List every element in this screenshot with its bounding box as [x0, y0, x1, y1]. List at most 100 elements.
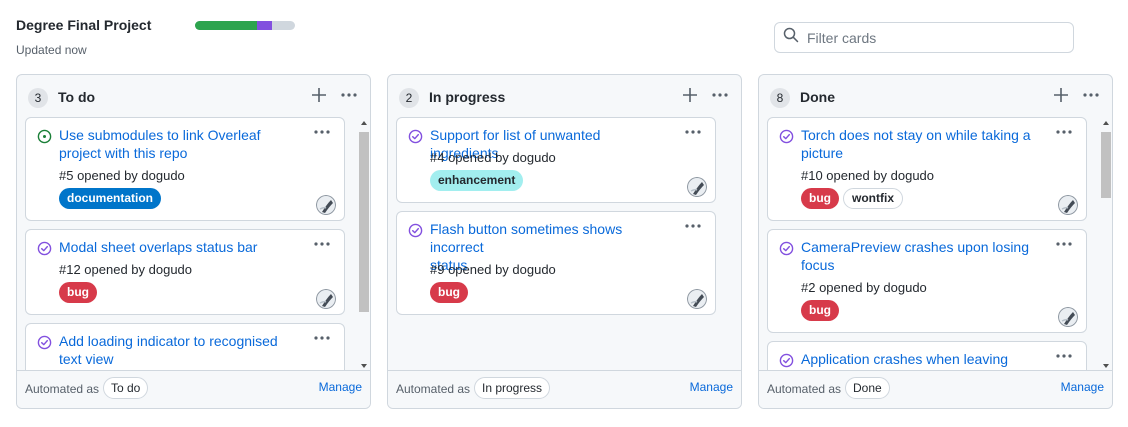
- issue-title-line: Torch does not stay on while taking a: [801, 127, 1031, 143]
- issue-card[interactable]: Flash button sometimes shows incorrect st…: [396, 211, 716, 315]
- label-badge[interactable]: bug: [801, 300, 839, 321]
- avatar[interactable]: [316, 195, 336, 215]
- avatar[interactable]: [1058, 307, 1078, 327]
- scroll-down-arrow-icon[interactable]: [1101, 362, 1111, 370]
- column-more-options-icon[interactable]: [709, 84, 731, 106]
- automated-as-label: Automated as: [25, 382, 100, 396]
- updated-status: Updated now: [16, 43, 87, 57]
- label-badge[interactable]: enhancement: [430, 170, 524, 191]
- scrollbar-thumb[interactable]: [359, 132, 369, 312]
- progress-done-segment: [195, 21, 257, 30]
- scroll-down-arrow-icon[interactable]: [359, 362, 369, 370]
- manage-automation-link[interactable]: Manage: [690, 380, 733, 394]
- card-more-options-icon[interactable]: [312, 236, 332, 252]
- progress-in-progress-segment: [257, 21, 272, 30]
- scroll-up-arrow-icon[interactable]: [359, 119, 369, 127]
- search-icon: [783, 27, 799, 48]
- issue-title-line: project with this repo: [59, 145, 188, 161]
- label-badge[interactable]: wontfix: [843, 188, 903, 209]
- issue-card[interactable]: Add loading indicator to recognised text …: [25, 323, 345, 370]
- avatar[interactable]: [316, 289, 336, 309]
- avatar[interactable]: [687, 289, 707, 309]
- column-2: 8 Done Torch does not stay on while taking…: [758, 74, 1113, 409]
- add-card-plus-icon[interactable]: [1050, 84, 1072, 106]
- issue-labels: bug: [59, 282, 97, 303]
- issue-meta: #5 opened by dogudo: [59, 168, 185, 183]
- automated-as-label: Automated as: [767, 382, 842, 396]
- issue-card[interactable]: Application crashes when leaving: [767, 341, 1087, 370]
- column-title: In progress: [429, 89, 506, 105]
- project-title: Degree Final Project: [16, 17, 152, 33]
- issue-title-line: Use submodules to link Overleaf: [59, 127, 261, 143]
- filter-cards-input[interactable]: [807, 29, 1057, 46]
- avatar[interactable]: [687, 177, 707, 197]
- issue-title-link[interactable]: Modal sheet overlaps status bar: [59, 238, 297, 256]
- avatar[interactable]: [1058, 195, 1078, 215]
- column-footer: Automated as Done Manage: [759, 370, 1112, 408]
- manage-automation-link[interactable]: Manage: [319, 380, 362, 394]
- card-more-options-icon[interactable]: [1054, 124, 1074, 140]
- issue-card[interactable]: CameraPreview crashes upon losing focus #2…: [767, 229, 1087, 333]
- column-card-list: Use submodules to link Overleaf project w…: [25, 117, 345, 370]
- issue-title-link[interactable]: Application crashes when leaving: [801, 350, 1039, 368]
- label-badge[interactable]: bug: [59, 282, 97, 303]
- issue-labels: enhancement: [430, 170, 524, 191]
- card-more-options-icon[interactable]: [1054, 348, 1074, 364]
- column-card-list: Torch does not stay on while taking a pic…: [767, 117, 1087, 370]
- issue-title-link[interactable]: Use submodules to link Overleaf project w…: [59, 126, 297, 162]
- card-more-options-icon[interactable]: [1054, 236, 1074, 252]
- add-card-plus-icon[interactable]: [679, 84, 701, 106]
- issue-meta: #4 opened by dogudo: [430, 150, 556, 165]
- issue-card[interactable]: Modal sheet overlaps status bar #12 opene…: [25, 229, 345, 315]
- issue-closed-icon: [408, 223, 423, 238]
- automated-as-label: Automated as: [396, 382, 471, 396]
- issue-title-link[interactable]: Torch does not stay on while taking a pic…: [801, 126, 1039, 162]
- issue-closed-icon: [37, 241, 52, 256]
- issue-card[interactable]: Torch does not stay on while taking a pic…: [767, 117, 1087, 221]
- issue-title-line: Modal sheet overlaps status bar: [59, 239, 258, 255]
- column-footer: Automated as In progress Manage: [388, 370, 741, 408]
- column-scrollbar[interactable]: [357, 119, 369, 370]
- issue-title-link[interactable]: Add loading indicator to recognised text …: [59, 332, 297, 368]
- automation-preset-badge: Done: [845, 377, 890, 399]
- column-footer: Automated as To do Manage: [17, 370, 370, 408]
- filter-cards-field[interactable]: [774, 22, 1074, 53]
- issue-title-link[interactable]: CameraPreview crashes upon losing focus: [801, 238, 1039, 274]
- issue-meta: #9 opened by dogudo: [430, 262, 556, 277]
- card-more-options-icon[interactable]: [683, 124, 703, 140]
- column-more-options-icon[interactable]: [1080, 84, 1102, 106]
- label-badge[interactable]: bug: [801, 188, 839, 209]
- issue-meta: #10 opened by dogudo: [801, 168, 935, 183]
- issue-title-line: Add loading indicator to recognised: [59, 333, 278, 349]
- issue-labels: documentation: [59, 188, 161, 209]
- issue-card[interactable]: Support for list of unwanted ingredients…: [396, 117, 716, 203]
- scrollbar-thumb[interactable]: [1101, 132, 1111, 198]
- card-more-options-icon[interactable]: [312, 124, 332, 140]
- issue-title-line: picture: [801, 145, 844, 161]
- issue-labels: bug wontfix: [801, 188, 903, 209]
- issue-title-line: Application crashes when leaving: [801, 351, 1009, 367]
- column-scrollbar[interactable]: [1099, 119, 1111, 370]
- automation-preset-badge: To do: [103, 377, 149, 399]
- label-badge[interactable]: documentation: [59, 188, 161, 209]
- issue-closed-icon: [779, 241, 794, 256]
- manage-automation-link[interactable]: Manage: [1061, 380, 1104, 394]
- issue-meta: #12 opened by dogudo: [59, 262, 193, 277]
- issue-card[interactable]: Use submodules to link Overleaf project w…: [25, 117, 345, 221]
- card-more-options-icon[interactable]: [683, 218, 703, 234]
- label-badge[interactable]: bug: [430, 282, 468, 303]
- column-0: 3 To do Use submodules to link Overleaf pro…: [16, 74, 371, 409]
- issue-open-icon: [37, 129, 52, 144]
- column-title: Done: [800, 89, 835, 105]
- issue-title-line: CameraPreview crashes upon losing: [801, 239, 1029, 255]
- card-more-options-icon[interactable]: [312, 330, 332, 346]
- project-progress-bar: [195, 21, 295, 30]
- add-card-plus-icon[interactable]: [308, 84, 330, 106]
- scroll-up-arrow-icon[interactable]: [1101, 119, 1111, 127]
- column-card-count: 2: [399, 88, 419, 108]
- column-header: 3 To do: [17, 75, 370, 117]
- issue-closed-icon: [779, 129, 794, 144]
- issue-labels: bug: [801, 300, 839, 321]
- column-more-options-icon[interactable]: [338, 84, 360, 106]
- column-title: To do: [58, 89, 96, 105]
